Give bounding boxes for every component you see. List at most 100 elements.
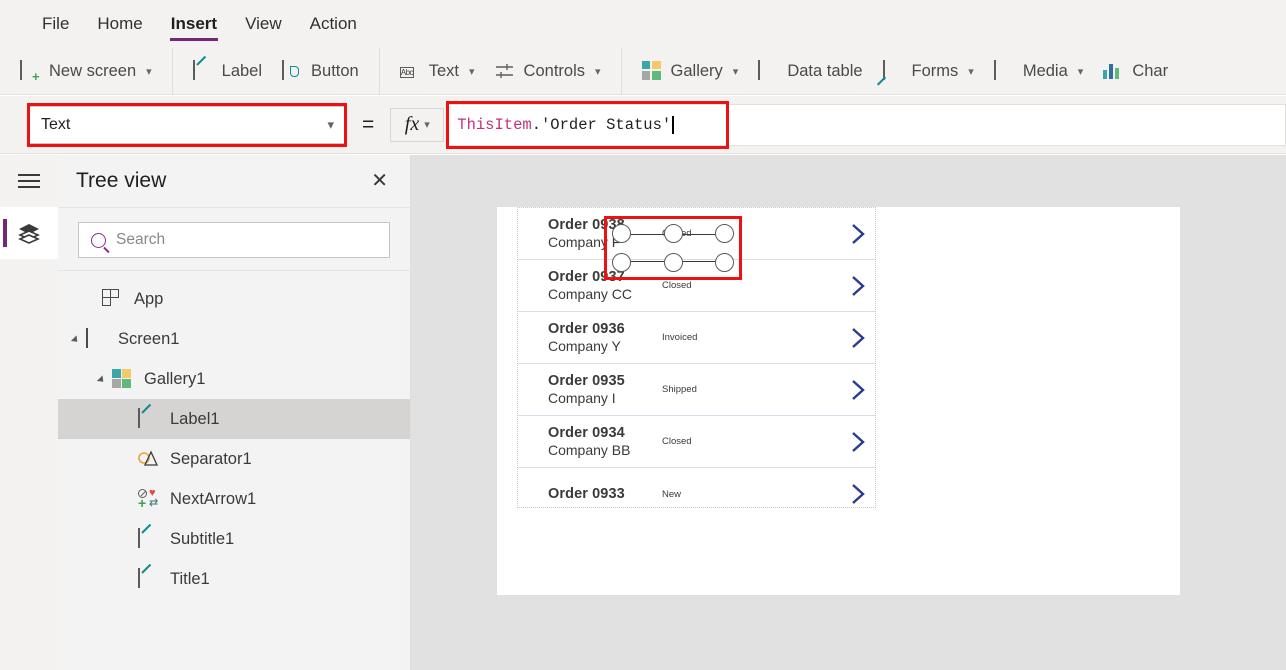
tree-item-screen1[interactable]: Screen1 [58,319,410,359]
next-arrow-button[interactable] [841,377,875,403]
formula-bar-area: Text ▾ = fx ▾ ThisItem .'Order Status' [0,96,1286,154]
menu-tab-file[interactable]: File [28,0,83,48]
resize-handle-bottom-right [715,253,734,272]
ribbon-item-label: Char [1132,61,1169,80]
formula-token-rest: .'Order Status' [531,115,672,134]
gallery-row-status: Closed [662,436,692,447]
ribbon-forms-button[interactable]: Forms ▾ [873,52,984,90]
screen1-preview[interactable]: Order 0938 Company F Closed Order 0937 C… [497,207,1180,595]
ribbon-button-button[interactable]: Button [272,52,369,90]
menu-tab-action[interactable]: Action [296,0,371,48]
ribbon-charts-button[interactable]: Char [1093,52,1178,90]
tree-item-label1[interactable]: Label1 [58,399,410,439]
property-dropdown-value: Text [41,115,71,133]
ribbon-group-controls: Abc Text ▾ Controls ▾ [380,47,622,95]
tree-item-separator1[interactable]: Separator1 [58,439,410,479]
ribbon-new-screen-button[interactable]: + New screen ▾ [10,52,162,90]
text-abc-icon: Abc [399,66,415,78]
ribbon-data-table-button[interactable]: Data table [748,52,872,90]
gallery-row-texts: Order 0936 Company Y [548,321,646,355]
next-arrow-button[interactable] [841,273,875,299]
property-selector-wrap: Text ▾ [28,105,346,144]
resize-handle-top-left [612,224,631,243]
close-icon[interactable]: ✕ [365,167,394,195]
menu-tab-label: Insert [170,14,218,33]
ribbon-text-button[interactable]: Abc Text ▾ [390,52,485,90]
app-icon [102,289,124,309]
gallery-row-subtitle: Company BB [548,441,631,458]
resize-handle-bottom-center [663,253,683,272]
menu-tab-insert[interactable]: Insert [157,0,231,48]
menu-tab-view[interactable]: View [231,0,296,48]
chevron-down-icon: ▾ [424,119,430,131]
data-table-icon [758,59,779,82]
tree-item-gallery1[interactable]: Gallery1 [58,359,410,399]
search-input[interactable]: Search [78,222,390,258]
ribbon-item-label: Label [221,61,263,80]
gallery-row-subtitle: Company CC [548,285,633,302]
ribbon-item-label: Text [428,61,460,80]
tree-item-label: App [134,289,164,308]
gallery-row-status: Closed [662,280,692,291]
tree-item-nextarrow1[interactable]: ♥ + ⇄ NextArrow1 [58,479,410,519]
menu-tab-label: Home [97,14,143,33]
label-icon [138,528,160,549]
ribbon-group-basic: Label Button [173,47,380,95]
chevron-right-icon [852,223,865,244]
search-placeholder: Search [116,231,166,248]
selected-control-label1[interactable] [604,216,742,280]
insert-ribbon: + New screen ▾ Label Button Abc Text ▾ C… [0,47,1286,95]
button-icon [282,59,303,82]
gallery-row[interactable]: Order 0935 Company I Shipped [518,364,875,416]
gallery-row-subtitle: Company I [548,389,616,406]
new-screen-icon: + [20,59,41,83]
chevron-down-icon: ▾ [469,65,475,78]
next-arrow-button[interactable] [841,221,875,247]
tree-item-title1[interactable]: Title1 [58,559,410,599]
app-canvas: Order 0938 Company F Closed Order 0937 C… [411,155,1286,670]
ribbon-controls-button[interactable]: Controls ▾ [485,52,611,90]
fx-button[interactable]: fx ▾ [390,107,445,142]
gallery-row[interactable]: Order 0934 Company BB Closed [518,416,875,468]
tree-item-label: Separator1 [170,449,252,468]
gallery-row-texts: Order 0935 Company I [548,373,646,407]
tree-view-rail-button[interactable] [0,207,58,259]
forms-icon [882,59,904,82]
chevron-down-icon: ▾ [1077,65,1084,78]
ribbon-group-data: Gallery ▾ Data table Forms ▾ Media ▾ Cha… [622,48,1189,95]
text-caret [672,115,674,134]
formula-token-object: ThisItem [457,115,532,134]
next-arrow-icon: ♥ + ⇄ [138,487,159,511]
formula-input[interactable]: ThisItem .'Order Status' [446,103,1286,146]
menu-tab-home[interactable]: Home [83,0,156,48]
next-arrow-button[interactable] [841,481,875,507]
tree-item-app[interactable]: App [58,279,410,319]
chevron-right-icon [852,275,865,296]
gallery-row-subtitle: Company Y [548,337,621,354]
powerapps-studio: File Home Insert View Action + New scree… [0,0,1286,670]
ribbon-label-button[interactable]: Label [183,52,272,90]
chevron-right-icon [852,431,865,452]
gallery-row-title: Order 0934 [548,424,625,441]
tree-item-label: NextArrow1 [170,489,257,508]
ribbon-gallery-button[interactable]: Gallery ▾ [632,52,749,90]
hamburger-menu-button[interactable] [0,155,58,207]
tree-item-subtitle1[interactable]: Subtitle1 [58,519,410,559]
label-icon [192,59,214,82]
tree-item-label: Subtitle1 [170,529,235,548]
property-dropdown[interactable]: Text ▾ [28,105,346,144]
label-icon [138,408,160,429]
ribbon-item-label: New screen [49,61,137,80]
gallery-row-status: Shipped [662,384,697,395]
next-arrow-button[interactable] [841,429,875,455]
gallery-row[interactable]: Order 0936 Company Y Invoiced [518,312,875,364]
gallery-row[interactable]: Order 0933 New [518,468,875,507]
chevron-down-icon: ▾ [968,65,974,78]
resize-handle-top-right [715,224,734,243]
next-arrow-button[interactable] [841,325,875,351]
ribbon-media-button[interactable]: Media ▾ [984,52,1093,90]
chevron-down-icon: ▾ [327,116,334,132]
tree-view-panel: Tree view ✕ Search App Screen1 Gallery1 … [58,155,411,670]
controls-icon [495,61,516,82]
gallery-icon [112,369,134,389]
